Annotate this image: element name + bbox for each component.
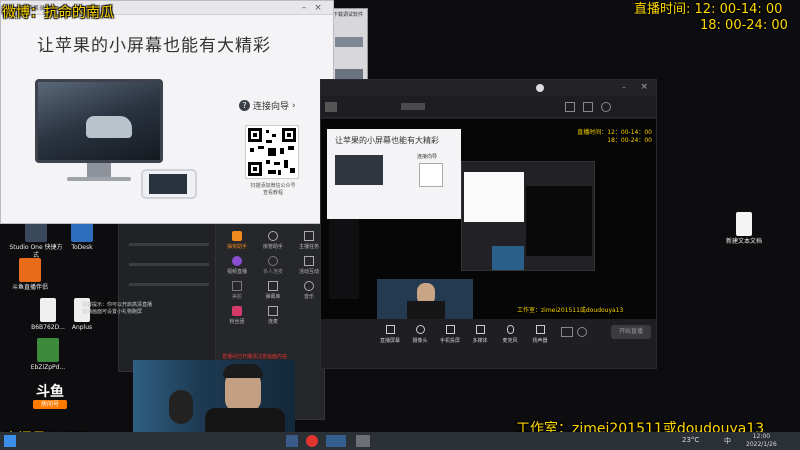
headline: 让苹果的小屏幕也能有大精彩 — [37, 36, 271, 56]
live-time-overlay: 直播时间: 12: 00-14: 00 — [634, 2, 783, 17]
user-icon — [268, 231, 278, 241]
tool-video-live[interactable]: 视频直播 — [220, 256, 254, 275]
live-time-overlay-2: 18: 00-24: 00 — [700, 18, 788, 33]
live-software-window[interactable]: – × 让苹果的小屏幕也能有大精彩 连接向导 直播时间：12：00-14：00 … — [320, 79, 657, 369]
record-icon[interactable] — [561, 327, 573, 337]
qr-caption: 扫描添加微信公众号 查看教程 — [250, 183, 296, 196]
tool-multi-mic[interactable]: 多人连麦 — [256, 256, 290, 275]
car-image — [86, 116, 132, 138]
tool-screen-capture[interactable]: 直播屏幕 — [377, 325, 403, 344]
webcam-feed — [133, 360, 295, 432]
activity-icon — [304, 256, 314, 266]
tool-phone-cast[interactable]: 手机投屏 — [437, 325, 463, 344]
phone-illustration — [141, 169, 197, 199]
qr-code — [245, 125, 299, 179]
nested-qr-code — [419, 163, 443, 187]
avatar[interactable] — [536, 84, 544, 92]
screen-icon — [385, 325, 395, 334]
task-icon — [304, 231, 314, 241]
lottery-icon — [232, 231, 242, 241]
toolbar-icon[interactable] — [565, 102, 575, 112]
weather: 23°C — [682, 436, 700, 444]
clock[interactable]: 12:00 2022/1/26 — [746, 433, 777, 449]
toolbar-icon[interactable] — [583, 102, 593, 112]
link-icon — [268, 306, 278, 316]
music-icon — [304, 281, 314, 291]
phone-icon — [445, 325, 455, 334]
close-icon[interactable]: × — [640, 82, 648, 92]
live-preview: 让苹果的小屏幕也能有大精彩 连接向导 直播时间：12：00-14：00 18：0… — [321, 119, 656, 319]
mic-icon — [268, 256, 278, 266]
tool-camera[interactable]: 摄像头 — [407, 325, 433, 344]
nested-live-window — [461, 161, 595, 271]
fan-icon — [232, 306, 242, 316]
taskbar-app-icon[interactable] — [286, 435, 298, 447]
settings-icon[interactable] — [577, 327, 587, 337]
microphone — [169, 390, 193, 424]
speaker-icon — [535, 325, 545, 334]
help-icon: ? — [239, 100, 250, 111]
chrome-icon[interactable] — [306, 435, 318, 447]
douyu-logo: 斗鱼 房间号 — [33, 384, 67, 414]
monitor-illustration — [35, 79, 163, 163]
desktop-icon-archive[interactable]: EbZiZpPd... — [20, 338, 76, 372]
taskbar-app-icon[interactable] — [356, 435, 370, 447]
ime-indicator[interactable]: 中 — [724, 436, 731, 446]
tool-fan-club[interactable]: 粉丝团 — [220, 306, 254, 325]
weibo-overlay: 微博：抗命的南瓜 — [2, 5, 114, 21]
tool-room-manager[interactable]: 房管助手 — [256, 231, 290, 250]
person-shirt — [205, 408, 285, 432]
tool-link-mic[interactable]: 连麦 — [256, 306, 290, 325]
connection-guide-link[interactable]: ? 连接向导 › — [239, 99, 296, 112]
person-hair — [223, 364, 263, 378]
mic-icon — [506, 325, 514, 334]
nested-projection-window: 让苹果的小屏幕也能有大精彩 连接向导 — [327, 129, 461, 219]
taskbar-app-icon[interactable] — [326, 435, 346, 447]
chevron-right-icon: › — [292, 100, 296, 111]
tool-beauty[interactable]: 美颜 — [220, 281, 254, 300]
beauty-icon — [232, 281, 242, 291]
media-icon — [475, 325, 485, 334]
nested-live-time: 直播时间：12：00-14：00 18：00-24：00 — [577, 129, 652, 144]
notice-text: 温馨提示：你可以开启高清直播 直播画面可设置小礼物跑屏 — [82, 302, 153, 315]
close-icon[interactable]: × — [313, 3, 323, 13]
minimize-icon[interactable]: – — [622, 83, 626, 92]
tool-multimedia[interactable]: 多媒体 — [467, 325, 493, 344]
room-thumbnail — [325, 102, 337, 112]
desktop-icon-douyu-companion[interactable]: 斗鱼直播伴侣 — [2, 258, 58, 292]
projection-app-window[interactable]: 苹果录屏 – × 让苹果的小屏幕也能有大精彩 ? 连接向导 › 扫描添加微信公众… — [0, 0, 334, 224]
live-toolbar — [321, 96, 656, 118]
tool-danmaku[interactable]: 弹幕库 — [256, 281, 290, 300]
toolbar-icon[interactable] — [601, 102, 611, 112]
desktop-icon-new-text[interactable]: 新建文本文档 — [716, 212, 772, 246]
mixer-panel — [118, 222, 218, 372]
archive-icon — [37, 338, 59, 362]
start-button[interactable] — [4, 435, 16, 447]
live-titlebar[interactable]: – × — [321, 80, 656, 96]
danmaku-icon — [268, 281, 278, 291]
camera-icon — [415, 325, 425, 334]
text-file-icon — [736, 212, 752, 236]
taskbar: 23°C 中 12:00 2022/1/26 — [0, 432, 800, 450]
live-bottom-toolbar: 直播屏幕 摄像头 手机投屏 多媒体 麦克风 扬声器 开始直播 — [321, 319, 656, 368]
minimize-icon[interactable]: – — [299, 3, 309, 13]
douyu-companion-icon — [19, 258, 41, 282]
start-live-button[interactable]: 开始直播 — [611, 325, 651, 339]
tool-microphone[interactable]: 麦克风 — [497, 325, 523, 344]
tool-lottery[interactable]: 抽奖助手 — [220, 231, 254, 250]
video-icon — [232, 256, 242, 266]
nested-cam — [377, 279, 473, 319]
tool-speaker[interactable]: 扬声器 — [527, 325, 553, 344]
